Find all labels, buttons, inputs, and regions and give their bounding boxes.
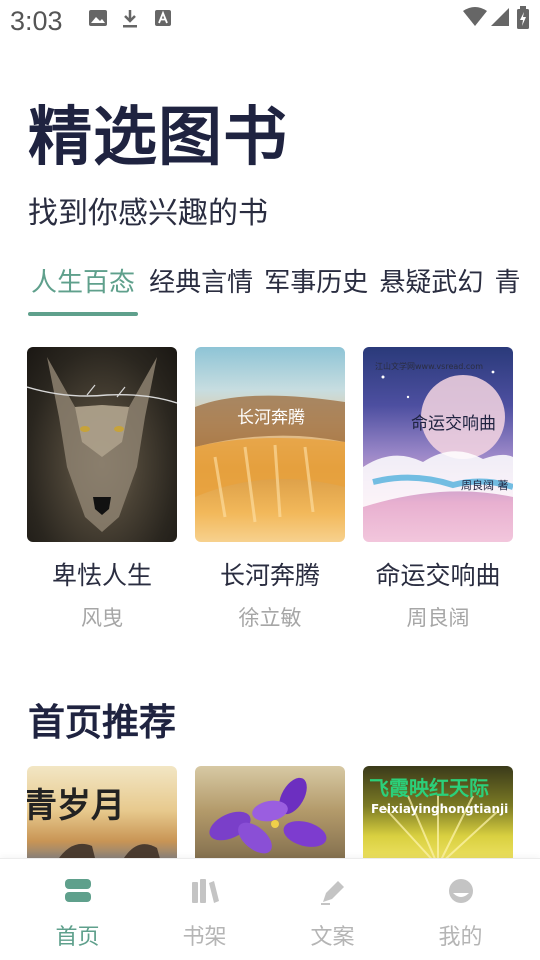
status-time: 3:03 — [10, 6, 63, 36]
book-author: 周良阔 — [406, 606, 470, 630]
page-title: 精选图书 — [28, 100, 288, 175]
section-title-recommend: 首页推荐 — [28, 701, 176, 744]
download-icon — [120, 8, 140, 34]
cover-title: 飞霞映红天际 — [369, 776, 489, 800]
tab-military-history[interactable]: 军事历史 — [264, 262, 368, 304]
cover-author: 周良阔 著 — [461, 479, 509, 492]
page-subtitle: 找到你感兴趣的书 — [28, 196, 268, 231]
book-title: 卑怯人生 — [51, 561, 152, 590]
signal-icon — [490, 6, 510, 32]
nav-bookshelf[interactable]: 书架 — [137, 859, 272, 960]
book-cover-symphony[interactable]: 江山文学网www.vsread.com 命运交响曲 周良阔 著 — [363, 347, 513, 542]
tab-youth[interactable]: 青 — [494, 262, 520, 304]
nav-profile[interactable]: 我的 — [393, 859, 528, 960]
bottom-nav: 首页 书架 文案 我的 — [0, 858, 540, 960]
nav-label: 首页 — [55, 925, 100, 950]
cover-subtitle: Feixiayinghongtianji — [371, 802, 509, 816]
book-title: 命运交响曲 — [375, 561, 501, 590]
book-card[interactable]: 卑怯人生 风曳 — [27, 347, 177, 632]
image-notification-icon — [88, 8, 108, 32]
battery-icon — [516, 6, 530, 34]
cover-title: 命运交响曲 — [411, 414, 496, 434]
text-a-icon — [154, 8, 172, 32]
nav-label: 书架 — [182, 925, 227, 950]
recommend-book-cover[interactable]: 飞霞映红天际 Feixiayinghongtianji — [363, 766, 513, 866]
nav-copywriting[interactable]: 文案 — [265, 859, 400, 960]
book-cover-river[interactable]: 长河奔腾 — [195, 347, 345, 542]
book-title: 长河奔腾 — [219, 561, 320, 590]
recommend-book-cover[interactable]: 青岁月 — [27, 766, 177, 866]
nav-label: 我的 — [438, 925, 483, 950]
profile-icon — [446, 877, 476, 909]
book-card[interactable]: 江山文学网www.vsread.com 命运交响曲 周良阔 著 命运交响曲 周良… — [363, 347, 513, 632]
tab-romance[interactable]: 经典言情 — [149, 262, 253, 304]
nav-label: 文案 — [310, 925, 355, 950]
bookshelf-icon — [190, 877, 220, 909]
cover-title: 青岁月 — [27, 786, 125, 826]
cover-title: 长河奔腾 — [237, 408, 305, 428]
category-tabs: 人生百态 经典言情 军事历史 悬疑武幻 青 — [28, 262, 540, 322]
home-icon — [63, 877, 93, 909]
book-card[interactable]: 长河奔腾 长河奔腾 徐立敏 — [195, 347, 345, 632]
book-cover-wolf[interactable] — [27, 347, 177, 542]
tab-life[interactable]: 人生百态 — [28, 262, 139, 316]
book-author: 徐立敏 — [238, 606, 302, 630]
wifi-icon — [462, 6, 488, 32]
nav-home[interactable]: 首页 — [10, 859, 145, 960]
book-author: 风曳 — [81, 606, 123, 630]
tab-mystery-fantasy[interactable]: 悬疑武幻 — [379, 262, 483, 304]
cover-site-text: 江山文学网www.vsread.com — [375, 362, 483, 371]
recommend-book-cover[interactable] — [195, 766, 345, 866]
status-bar: 3:03 — [0, 0, 540, 46]
pen-icon — [318, 877, 348, 909]
